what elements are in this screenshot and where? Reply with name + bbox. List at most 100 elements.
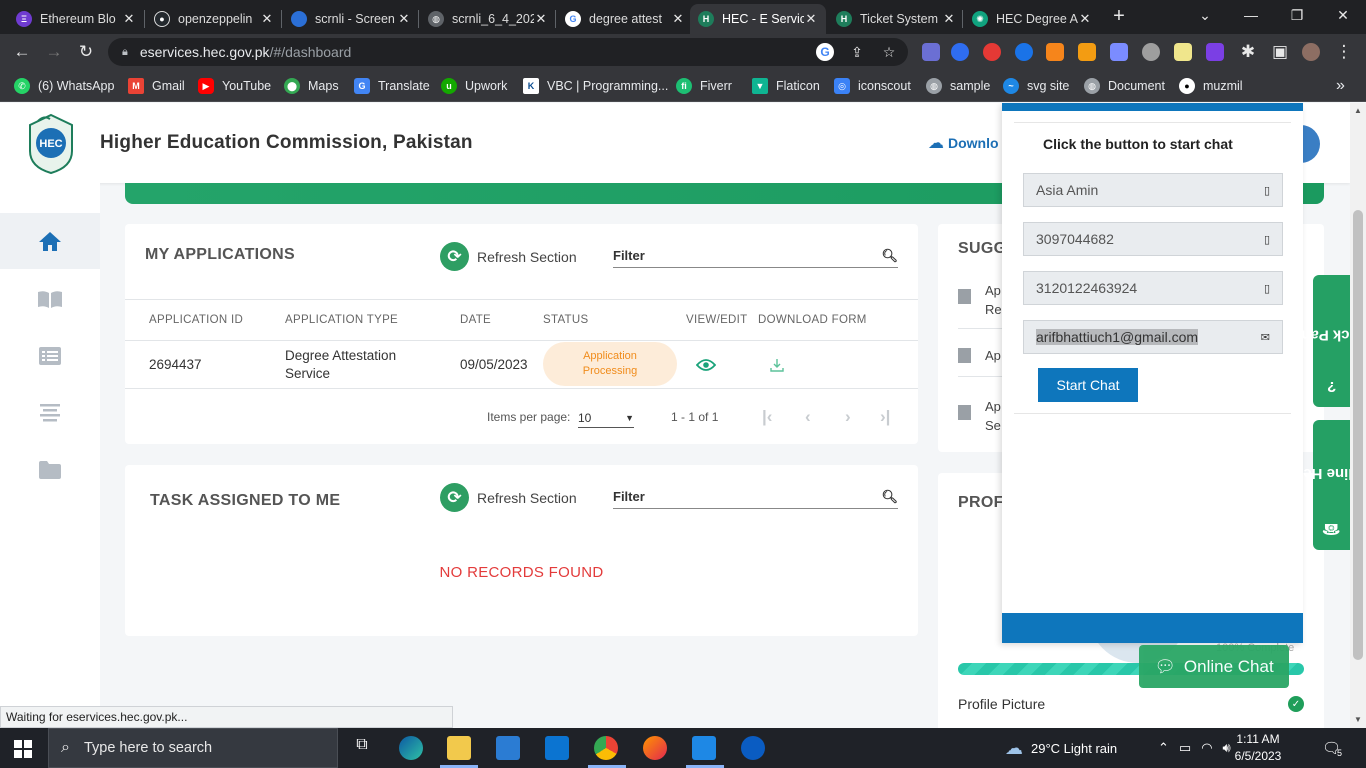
filter-input[interactable]: Filter 🔍︎ [613, 485, 898, 509]
filter-input[interactable]: Filter 🔍︎ [613, 244, 898, 268]
puzzle-extensions-icon[interactable]: ✱ [1238, 42, 1258, 62]
extension-icon[interactable] [1142, 43, 1160, 61]
microsoft-store-icon[interactable] [496, 736, 520, 760]
windows-start-icon[interactable] [14, 740, 32, 763]
edge-icon[interactable] [399, 736, 423, 760]
taskbar-clock[interactable]: 1:11 AM 6/5/2023 [1228, 731, 1288, 765]
battery-icon[interactable]: ▭ [1179, 740, 1191, 756]
view-eye-icon[interactable] [695, 358, 717, 375]
browser-tab[interactable]: ◍ scrnli_6_4_202 ✕ [420, 4, 556, 34]
menu-kebab-icon[interactable]: ⋮ [1334, 42, 1354, 62]
browser-tab[interactable]: Ξ Ethereum Blo ✕ [8, 4, 144, 34]
side-panel-icon[interactable]: ▣ [1270, 42, 1290, 62]
suggestion-item[interactable]: Ap Se [958, 397, 1001, 435]
bookmark-star-icon[interactable]: ☆ [880, 43, 898, 61]
name-field[interactable]: Asia Amin ▯ [1023, 173, 1283, 207]
browser-tab[interactable]: ● openzeppelin ✕ [146, 4, 282, 34]
suggestion-item[interactable]: Ap Re [958, 281, 1002, 319]
page-scrollbar[interactable]: ▲ ▼ [1350, 103, 1366, 728]
bookmark-upwork[interactable]: u Upwork [441, 77, 507, 95]
browser-tab[interactable]: H Ticket System ✕ [828, 4, 964, 34]
extension-icon[interactable] [951, 43, 969, 61]
notification-center-icon[interactable]: 🗨︎ 5 [1322, 728, 1342, 768]
new-tab-button[interactable]: + [1108, 6, 1130, 28]
close-tab-icon[interactable]: ✕ [671, 11, 685, 27]
phone-field[interactable]: 3097044682 ▯ [1023, 222, 1283, 256]
google-lens-icon[interactable]: G [816, 43, 834, 61]
address-bar[interactable]: 🔒︎ eservices.hec.gov.pk/#/dashboard G ⇪ … [108, 38, 908, 66]
email-field[interactable]: arifbhattiuch1@gmail.com ✉ [1023, 320, 1283, 354]
scroll-thumb[interactable] [1353, 210, 1363, 660]
wifi-icon[interactable]: ◠ [1201, 740, 1212, 756]
profile-avatar-icon[interactable] [1302, 43, 1320, 61]
scroll-up-icon[interactable]: ▲ [1354, 106, 1362, 115]
bookmark-sample[interactable]: ◍ sample [926, 77, 990, 95]
close-tab-icon[interactable]: ✕ [122, 11, 136, 27]
close-tab-icon[interactable]: ✕ [804, 11, 818, 27]
weather-widget[interactable]: ☁ 29°C Light rain [1005, 728, 1117, 768]
close-tab-icon[interactable]: ✕ [942, 11, 956, 27]
browser-tab[interactable]: scrnli - Screen ✕ [283, 4, 419, 34]
chevron-up-icon[interactable]: ⌃ [1158, 740, 1169, 756]
extension-icon[interactable] [1078, 43, 1096, 61]
bookmark-vbc[interactable]: K VBC | Programming... [523, 77, 668, 95]
cnic-field[interactable]: 3120122463924 ▯ [1023, 271, 1283, 305]
scroll-down-icon[interactable]: ▼ [1354, 715, 1362, 724]
extension-icon[interactable] [1206, 43, 1224, 61]
bookmark-document[interactable]: ◍ Document [1084, 77, 1165, 95]
online-chat-button[interactable]: 💬︎ Online Chat [1139, 645, 1289, 688]
bookmark-youtube[interactable]: ▶ YouTube [198, 77, 271, 95]
online-help-tab[interactable]: ☎ Online Help [1290, 420, 1350, 550]
minimize-button[interactable]: — [1228, 0, 1274, 30]
previous-page-icon[interactable]: ‹ [805, 407, 811, 427]
last-page-icon[interactable]: ›| [880, 407, 890, 427]
browser-tab-active[interactable]: H HEC - E Servic ✕ [690, 4, 826, 34]
more-bookmarks-icon[interactable]: » [1336, 77, 1345, 95]
forward-icon[interactable]: → [44, 42, 64, 62]
task-view-icon[interactable]: ⧉ [350, 736, 374, 760]
close-tab-icon[interactable]: ✕ [1078, 11, 1092, 27]
download-form-icon[interactable] [770, 358, 784, 375]
bluetooth-icon[interactable] [741, 736, 765, 760]
back-icon[interactable]: ← [12, 42, 32, 62]
restore-button[interactable]: ❐ [1274, 0, 1320, 30]
close-tab-icon[interactable]: ✕ [397, 11, 411, 27]
sidebar-item-applications[interactable] [0, 328, 100, 384]
close-tab-icon[interactable]: ✕ [534, 11, 548, 27]
quick-panel-tab[interactable]: ? Quick Panel [1289, 275, 1350, 407]
bookmark-muzmil[interactable]: ● muzmil [1179, 77, 1243, 95]
bookmark-flaticon[interactable]: ▼ Flaticon [752, 77, 820, 95]
items-per-page-select[interactable]: 10 ▼ [578, 408, 634, 428]
browser-tab[interactable]: ✺ HEC Degree A ✕ [964, 4, 1100, 34]
sidebar-item-home[interactable] [0, 213, 100, 269]
close-window-button[interactable]: ✕ [1320, 0, 1366, 30]
first-page-icon[interactable]: |‹ [762, 407, 772, 427]
download-link[interactable]: ☁ Downlo [928, 133, 999, 153]
refresh-section-button[interactable]: ⟳ Refresh Section [440, 483, 577, 512]
close-tab-icon[interactable]: ✕ [260, 11, 274, 27]
refresh-section-button[interactable]: ⟳ Refresh Section [440, 242, 577, 271]
browser-tab[interactable]: G degree attest ✕ [557, 4, 693, 34]
firefox-icon[interactable] [643, 736, 667, 760]
sidebar-item-menu[interactable] [0, 385, 100, 441]
bookmark-fiverr[interactable]: fi Fiverr [676, 77, 732, 95]
tab-search-icon[interactable]: ⌄ [1182, 0, 1228, 30]
bookmark-whatsapp[interactable]: ✆ (6) WhatsApp [14, 77, 114, 95]
sidebar-item-guide[interactable] [0, 271, 100, 327]
suggestion-item[interactable]: Ap [958, 348, 1001, 363]
reload-icon[interactable]: ↻ [76, 42, 96, 62]
bookmark-iconscout[interactable]: ◎ iconscout [834, 77, 911, 95]
extension-icon[interactable] [1174, 43, 1192, 61]
chrome-icon[interactable] [594, 736, 618, 760]
extension-icon[interactable] [983, 43, 1001, 61]
bookmark-maps[interactable]: ⬤ Maps [284, 77, 339, 95]
bookmark-svg-site[interactable]: ~ svg site [1003, 77, 1069, 95]
file-explorer-icon[interactable] [447, 736, 471, 760]
sidebar-item-documents[interactable] [0, 442, 100, 498]
start-chat-button[interactable]: Start Chat [1038, 368, 1138, 402]
bookmark-translate[interactable]: G Translate [354, 77, 430, 95]
bookmark-gmail[interactable]: M Gmail [128, 77, 185, 95]
metamask-icon[interactable] [1046, 43, 1064, 61]
extension-icon[interactable] [1015, 43, 1033, 61]
mail-icon[interactable] [545, 736, 569, 760]
